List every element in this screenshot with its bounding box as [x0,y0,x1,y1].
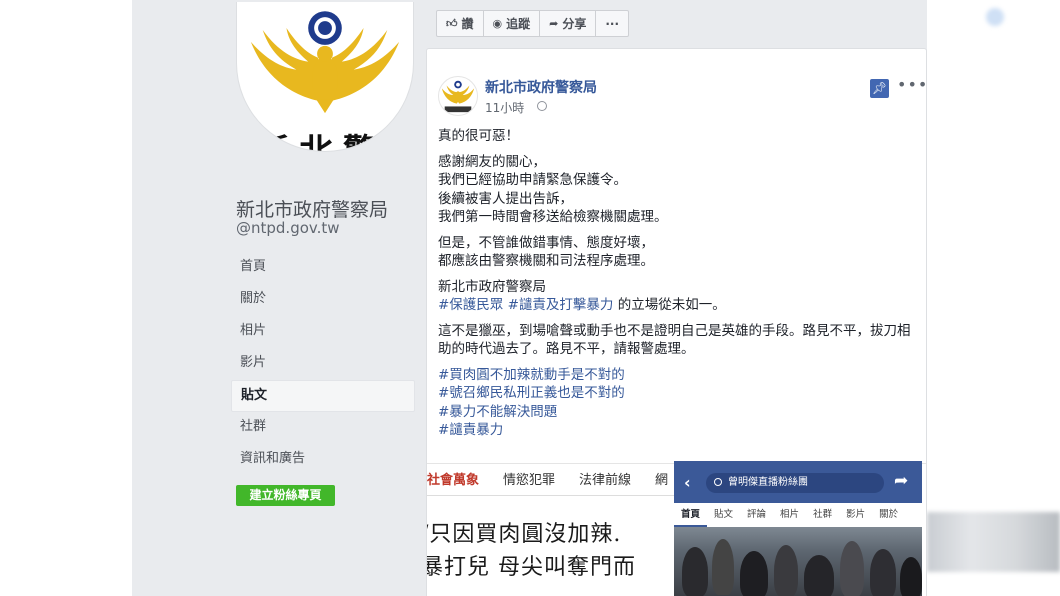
post-timestamp[interactable]: 11小時 [485,99,524,116]
screenshot-frame: 新北警察 新北市政府警察局 @ntpd.gov.tw 首頁 關於 相片 影片 貼… [0,0,1060,596]
post-paragraph: 感謝網友的關心， 我們已經協助申請緊急保護令。 後續被害人提出告訴， 我們第一時… [438,153,918,227]
news-headline: 暴打兒 母尖叫奪門而 [427,555,636,580]
share-button[interactable]: ➦ 分享 [539,10,597,37]
post-line: 都應該由警察機關和司法程序處理。 [438,253,654,269]
background-blur-strip [927,512,1060,572]
news-tab: 法律前線 [579,473,632,488]
create-page-button[interactable]: 建立粉絲專頁 [236,485,335,506]
news-tab: 情慾犯罪 [503,473,556,488]
sidebar-item-photos[interactable]: 相片 [231,316,415,348]
post-paragraph: 但是，不管誰做錯事情、態度好壞， 都應該由警察機關和司法程序處理。 [438,234,918,271]
page-handle: @ntpd.gov.tw [236,219,340,237]
phone-search-bar[interactable]: 曾明傑直播粉絲團 [706,473,884,493]
hashtag-link[interactable]: #買肉圓不加辣就動手是不對的 [438,367,625,383]
post-paragraph: 新北市政府警察局 #保護民眾 #譴責及打擊暴力 的立場從未如一。 [438,278,918,315]
page-name: 新北市政府警察局 [236,199,389,221]
background-blur-dot [986,8,1004,26]
sidebar-item-info-ads[interactable]: 資訊和廣告 [231,444,415,476]
crowd-photo [674,527,922,596]
post-options-button[interactable]: ••• [897,75,926,94]
more-actions-button[interactable]: ··· [595,10,630,37]
post-line: 真的很可惡！ [438,128,519,144]
follow-button[interactable]: ◉ 追蹤 [482,10,541,37]
post-text: 真的很可惡！ 感謝網友的關心， 我們已經協助申請緊急保護令。 後續被害人提出告訴… [438,127,918,447]
pin-icon[interactable]: 📌︎ [870,79,889,98]
profile-picture[interactable]: 新北警察 [236,2,414,152]
phone-tab-reviews[interactable]: 評論 [740,503,773,527]
background-right [927,0,1060,596]
post-line: 新北市政府警察局 [438,278,546,295]
post-line: 但是，不管誰做錯事情、態度好壞， [438,234,654,251]
more-label: ··· [605,16,620,31]
hashtag-list: #買肉圓不加辣就動手是不對的 #號召鄉民私刑正義也是不對的 #暴力不能解決問題 … [438,366,918,440]
news-tab: 社會萬象 [427,473,480,488]
phone-screenshot: ‹ 曾明傑直播粉絲團 ➦ 首頁 貼文 評論 相片 社群 影片 關於 [674,461,922,596]
post-line: 我們第一時間會移送給檢察機關處理。 [438,209,668,225]
police-emblem-icon [441,80,475,113]
hashtag-link[interactable]: #號召鄉民私刑正義也是不對的 [438,385,625,401]
post-line: 感謝網友的關心， [438,153,546,170]
like-icon: 👍︎ [446,17,458,30]
share-label: 分享 [562,17,587,31]
page-action-bar: 👍︎ 讚 ◉ 追蹤 ➦ 分享 ··· [436,10,630,37]
search-icon [714,478,722,486]
post-author-avatar[interactable] [438,76,478,116]
phone-tab-about[interactable]: 關於 [872,503,905,527]
share-icon: ➦ [549,17,559,30]
back-arrow-icon[interactable]: ‹ [684,473,691,492]
post-line: 後續被害人提出告訴， [438,190,573,207]
post-line: 的立場從未如一。 [613,297,726,313]
hashtag-link[interactable]: #譴責暴力 [438,422,503,438]
post-paragraph: 這不是獵巫，到場嗆聲或動手也不是證明自己是英雄的手段。路見不平，拔刀相助的時代過… [438,322,911,358]
news-category-tabs: 社會萬象 情慾犯罪 法律前線 網 [427,468,680,494]
phone-tab-photos[interactable]: 相片 [773,503,806,527]
share-icon[interactable]: ➦ [894,471,908,491]
hashtag-link[interactable]: #譴責及打擊暴力 [508,297,614,313]
like-button[interactable]: 👍︎ 讚 [436,10,484,37]
logo-text: 新北警察 [255,132,414,152]
post-line: 我們已經協助申請緊急保護令。 [438,172,627,188]
like-label: 讚 [461,17,474,31]
sidebar-item-home[interactable]: 首頁 [231,252,415,284]
sidebar-item-community[interactable]: 社群 [231,412,415,444]
sidebar-item-posts[interactable]: 貼文 [231,380,415,412]
phone-tab-home[interactable]: 首頁 [674,503,708,527]
phone-tab-community[interactable]: 社群 [806,503,839,527]
facebook-page: 新北警察 新北市政府警察局 @ntpd.gov.tw 首頁 關於 相片 影片 貼… [132,0,927,596]
follow-label: 追蹤 [506,17,531,31]
news-headline: /只因買肉圓沒加辣. [427,522,622,547]
phone-page-tabs: 首頁 貼文 評論 相片 社群 影片 關於 [674,503,922,527]
phone-tab-videos[interactable]: 影片 [839,503,872,527]
hashtag-link[interactable]: #暴力不能解決問題 [438,404,557,420]
follow-icon: ◉ [492,17,503,30]
sidebar-item-videos[interactable]: 影片 [231,348,415,380]
divider [427,495,687,496]
phone-tab-posts[interactable]: 貼文 [707,503,740,527]
globe-icon [537,101,547,111]
sidebar-item-about[interactable]: 關於 [231,284,415,316]
hashtag-link[interactable]: #保護民眾 [438,297,503,313]
sidebar-nav: 首頁 關於 相片 影片 貼文 社群 資訊和廣告 [231,252,415,476]
post-author-name[interactable]: 新北市政府警察局 [485,77,597,97]
